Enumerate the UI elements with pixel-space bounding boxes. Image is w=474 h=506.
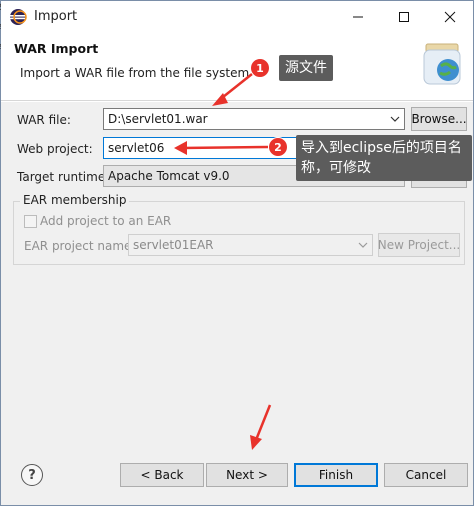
- annotation-tooltip-project-name: 导入到eclipse后的项目名 称，可修改: [296, 135, 472, 181]
- tooltip-line-2: 称，可修改: [301, 160, 371, 176]
- annotation-tooltip-source-file: 源文件: [279, 55, 333, 81]
- arrow-to-next-button: [250, 404, 272, 450]
- tooltip-line-1: 导入到eclipse后的项目名: [301, 140, 462, 156]
- annotation-arrows: [174, 73, 272, 450]
- annotation-badge-1: 1: [250, 58, 270, 78]
- annotation-badge-2: 2: [268, 137, 288, 157]
- arrow-to-web-project: [174, 141, 269, 155]
- arrow-to-war-file: [212, 73, 253, 106]
